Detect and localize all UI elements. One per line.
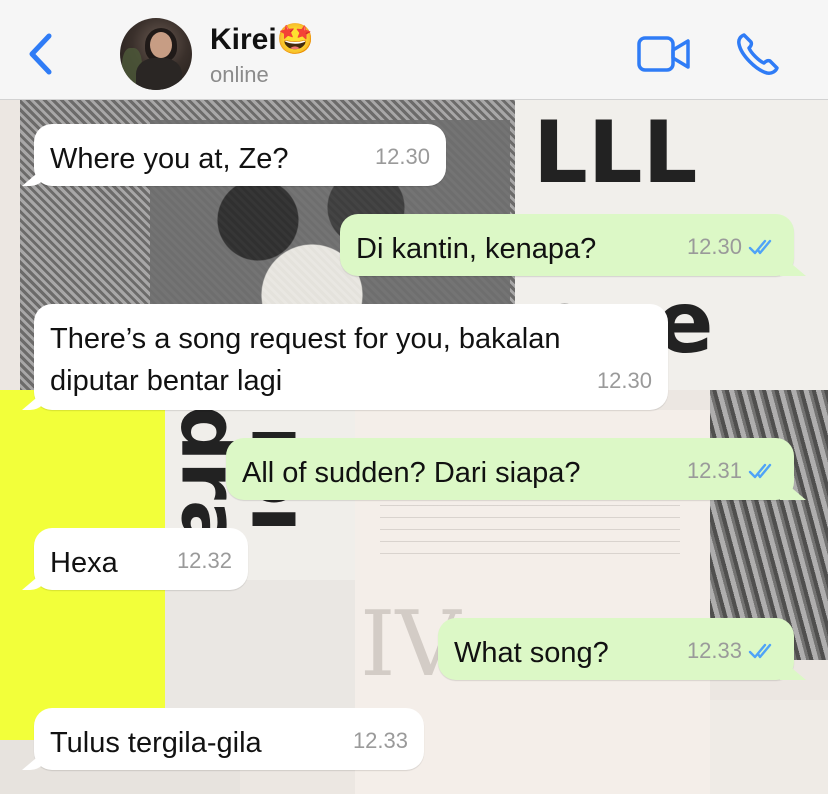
message-text-line-1: There’s a song request for you, bakalan — [50, 323, 561, 355]
avatar-face — [150, 32, 172, 58]
voice-call-button[interactable] — [734, 30, 782, 78]
message-time: 12.31 — [687, 450, 778, 492]
contact-avatar[interactable] — [120, 18, 192, 90]
message-bubble-incoming[interactable]: There’s a song request for you, bakalan … — [34, 304, 668, 410]
message-time: 12.32 — [177, 540, 232, 582]
phone-icon — [737, 33, 779, 75]
message-bubble-outgoing[interactable]: Di kantin, kenapa? 12.30 — [340, 214, 794, 276]
chevron-left-icon — [29, 33, 52, 75]
message-time: 12.33 — [687, 630, 778, 672]
message-timestamp: 12.31 — [686, 458, 742, 483]
message-bubble-incoming[interactable]: Hexa 12.32 — [34, 528, 248, 590]
chat-header: Kirei🤩 online — [0, 0, 828, 100]
message-bubble-outgoing[interactable]: All of sudden? Dari siapa? 12.31 — [226, 438, 794, 500]
message-time: 12.30 — [597, 360, 652, 402]
double-check-icon — [748, 463, 772, 479]
message-time: 12.30 — [687, 226, 778, 268]
message-time: 12.33 — [353, 720, 408, 762]
message-timestamp: 12.33 — [686, 638, 742, 663]
message-time: 12.30 — [375, 136, 430, 178]
avatar-body — [136, 58, 182, 90]
message-timestamp: 12.30 — [686, 234, 742, 259]
contact-name[interactable]: Kirei🤩 — [210, 22, 314, 57]
message-bubble-incoming[interactable]: Tulus tergila-gila 12.33 — [34, 708, 424, 770]
back-button[interactable] — [22, 32, 58, 76]
message-text: Where you at, Ze? — [50, 143, 289, 175]
message-timestamp: 12.32 — [176, 548, 232, 573]
message-timestamp: 12.30 — [374, 144, 430, 169]
double-check-icon — [748, 643, 772, 659]
message-timestamp: 12.33 — [352, 728, 408, 753]
message-timestamp: 12.30 — [596, 368, 652, 393]
double-check-icon — [748, 239, 772, 255]
contact-status: online — [210, 62, 269, 87]
message-text-line-2: diputar bentar lagi — [50, 365, 283, 397]
video-camera-icon — [637, 36, 690, 72]
message-bubble-incoming[interactable]: Where you at, Ze? 12.30 — [34, 124, 446, 186]
wallpaper-paper-bottom-right — [710, 700, 828, 794]
video-call-button[interactable] — [636, 34, 692, 74]
message-bubble-outgoing[interactable]: What song? 12.33 — [438, 618, 794, 680]
wallpaper-paper-text — [380, 505, 680, 565]
